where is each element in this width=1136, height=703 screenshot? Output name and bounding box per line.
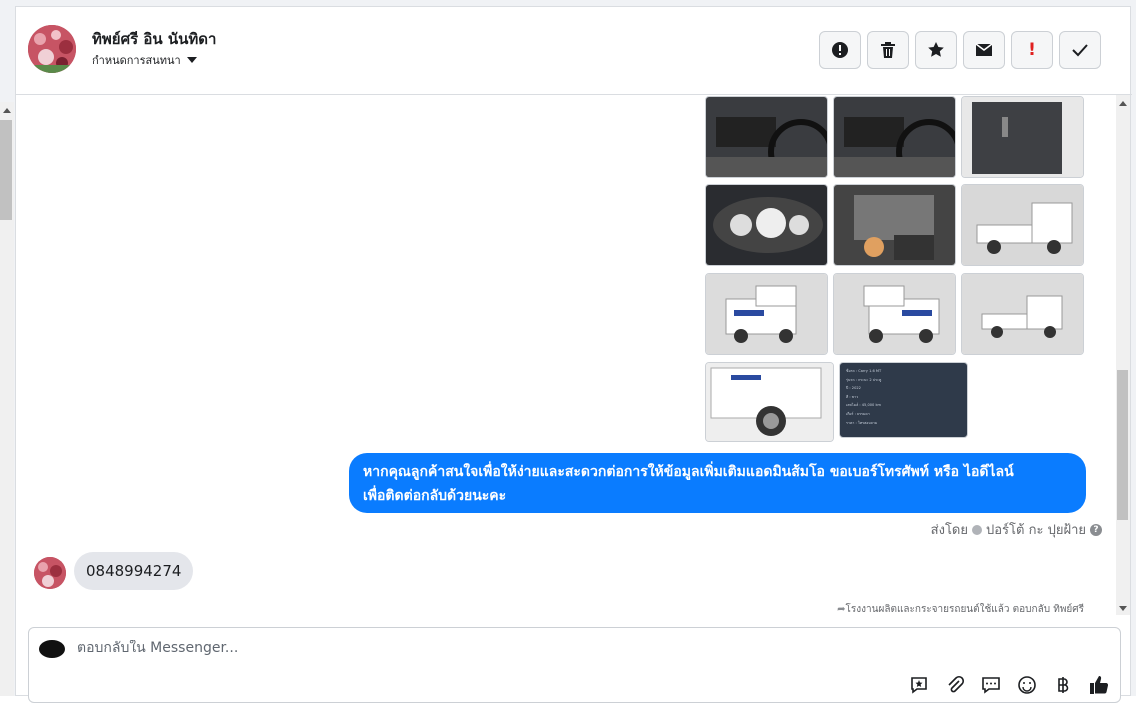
- spec-card-line: เกียร์ : ธรรมดา: [846, 411, 870, 416]
- spec-card-line: ราคา : โทรสอบถาม: [846, 420, 878, 425]
- page-scrollbar-thumb[interactable]: [0, 120, 12, 220]
- mark-done-button[interactable]: [1059, 31, 1101, 69]
- sent-by-label: ส่งโดย: [930, 523, 968, 538]
- attachment-photo[interactable]: [833, 96, 956, 178]
- outgoing-message[interactable]: หากคุณลูกค้าสนใจเพื่อให้ง่ายและสะดวกต่อก…: [349, 453, 1086, 513]
- attachment-photo[interactable]: [961, 96, 1084, 178]
- attach-button[interactable]: [944, 674, 966, 696]
- message-composer: [28, 627, 1121, 703]
- star-button[interactable]: [915, 31, 957, 69]
- reply-arrow-icon: ➦: [837, 604, 846, 615]
- mail-button[interactable]: [963, 31, 1005, 69]
- spec-card-line: ปี : 2022: [846, 386, 861, 391]
- smiley-icon: [1018, 676, 1036, 694]
- attachment-photo[interactable]: [961, 273, 1084, 355]
- conversation-toolbar: !: [819, 31, 1101, 69]
- spec-card-line: รุ่นรถ : กระบะ 2 ประตู: [846, 377, 882, 382]
- attachment-photo[interactable]: [705, 184, 828, 266]
- attachment-photo[interactable]: [833, 273, 956, 355]
- paperclip-icon: [948, 675, 965, 693]
- important-button[interactable]: !: [1011, 31, 1053, 69]
- chat-bubble-icon: [982, 677, 1000, 694]
- scroll-up-arrow-icon[interactable]: [3, 108, 11, 113]
- outgoing-message-line2: เพื่อติดต่อกลับด้วยนะคะ: [363, 488, 507, 504]
- spam-alert-button[interactable]: [819, 31, 861, 69]
- chat-options-button[interactable]: [980, 674, 1002, 696]
- thread-scroll-down-icon[interactable]: [1119, 606, 1127, 611]
- emoji-button[interactable]: [1016, 674, 1038, 696]
- thread-scroll-up-icon[interactable]: [1119, 101, 1127, 106]
- outgoing-message-line1: หากคุณลูกค้าสนใจเพื่อให้ง่ายและสะดวกต่อก…: [363, 464, 1014, 480]
- reply-note-text: โรงงานผลิตและกระจายรถยนต์ใช้แล้ว ตอบกลับ…: [845, 604, 1085, 615]
- vehicle-spec-card[interactable]: ชื่อรถ : Carry 1.6 MT รุ่นรถ : กระบะ 2 ปร…: [839, 362, 968, 438]
- incoming-message[interactable]: 0848994274: [74, 552, 194, 590]
- envelope-icon: [975, 43, 993, 56]
- star-icon: [928, 42, 944, 57]
- help-icon[interactable]: ?: [1090, 523, 1102, 536]
- contact-avatar[interactable]: [28, 25, 76, 73]
- thread-scrollbar-thumb[interactable]: [1117, 370, 1128, 520]
- chevron-down-icon: [186, 57, 197, 63]
- page-avatar: [39, 640, 65, 658]
- like-button[interactable]: [1088, 674, 1110, 696]
- spec-card-lines: ชื่อรถ : Carry 1.6 MT รุ่นรถ : กระบะ 2 ปร…: [840, 363, 967, 431]
- baht-icon: [1058, 677, 1069, 693]
- spec-card-line: สี : ขาว: [846, 394, 859, 399]
- delete-button[interactable]: [867, 31, 909, 69]
- trash-icon: [881, 42, 895, 58]
- thumbs-up-icon: [1090, 676, 1109, 694]
- attachment-photo[interactable]: [833, 184, 956, 266]
- composer-actions: [908, 674, 1110, 696]
- app-frame: ทิพย์ศรี อิน นันทิดา กำหนดการสนทนา ! ชื่…: [0, 0, 1136, 703]
- agent-status-icon: [972, 524, 982, 535]
- conversation-header: ทิพย์ศรี อิน นันทิดา กำหนดการสนทนา !: [16, 7, 1132, 95]
- thread-scrollbar[interactable]: [1116, 95, 1130, 615]
- assign-label: กำหนดการสนทนา: [92, 54, 181, 67]
- assign-conversation-dropdown[interactable]: กำหนดการสนทนา: [92, 51, 197, 69]
- saved-reply-icon: [911, 677, 927, 694]
- sent-by-row: ส่งโดย ปอร์โต้ กะ ปุยฝ้าย ?: [931, 519, 1102, 540]
- alert-circle-icon: [832, 42, 848, 58]
- conversation-panel: ทิพย์ศรี อิน นันทิดา กำหนดการสนทนา ! ชื่…: [15, 6, 1132, 703]
- reply-note: ➦โรงงานผลิตและกระจายรถยนต์ใช้แล้ว ตอบกลั…: [837, 602, 1084, 617]
- reply-input[interactable]: [77, 640, 777, 656]
- attachment-photo[interactable]: [705, 273, 828, 355]
- contact-avatar-small[interactable]: [34, 557, 66, 589]
- contact-name[interactable]: ทิพย์ศรี อิน นันทิดา: [92, 27, 216, 51]
- attachment-photo[interactable]: [705, 362, 834, 442]
- exclamation-icon: !: [1028, 40, 1036, 60]
- attachment-photo[interactable]: [961, 184, 1084, 266]
- saved-reply-button[interactable]: [908, 674, 930, 696]
- page-scrollbar[interactable]: [0, 102, 14, 696]
- checkmark-icon: [1072, 44, 1088, 57]
- spec-card-line: ชื่อรถ : Carry 1.6 MT: [846, 369, 882, 373]
- spec-card-line: เลขไมล์ : 45,000 km: [846, 403, 882, 408]
- attachment-photo[interactable]: [705, 96, 828, 178]
- sent-by-name[interactable]: ปอร์โต้ กะ ปุยฝ้าย: [986, 519, 1086, 540]
- payment-button[interactable]: [1052, 674, 1074, 696]
